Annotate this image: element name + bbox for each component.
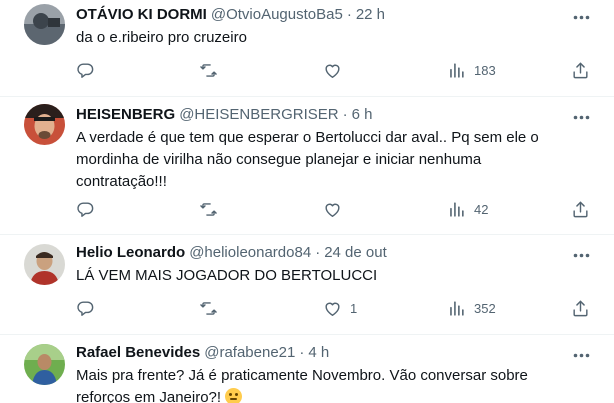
- separator-dot: ·: [315, 244, 321, 261]
- reply-icon: [76, 299, 95, 318]
- avatar[interactable]: [24, 4, 65, 45]
- separator-dot: ·: [346, 6, 352, 23]
- separator-dot: ·: [299, 344, 305, 361]
- author-handle[interactable]: @helioleonardo84: [189, 244, 311, 261]
- heart-icon: [323, 61, 342, 80]
- author-name[interactable]: Helio Leonardo: [76, 244, 185, 261]
- tweet[interactable]: HEISENBERG @HEISENBERGRISER · 6 h A verd…: [0, 97, 614, 235]
- like-button[interactable]: 1: [323, 296, 357, 320]
- share-button[interactable]: [571, 58, 590, 82]
- author-name[interactable]: Rafael Benevides: [76, 344, 200, 361]
- like-button[interactable]: [323, 197, 350, 221]
- separator-dot: ·: [342, 106, 348, 123]
- retweet-icon: [199, 61, 218, 80]
- retweet-button[interactable]: [199, 58, 226, 82]
- like-button[interactable]: [323, 58, 350, 82]
- tweet-feed: OTÁVIO KI DORMI @OtvioAugustoBa5 · 22 h …: [0, 0, 614, 403]
- heart-icon: [323, 200, 342, 219]
- retweet-icon: [199, 200, 218, 219]
- thinking-face-emoji: [225, 388, 243, 403]
- heart-icon: [323, 299, 342, 318]
- tweet-text: da o e.ribeiro pro cruzeiro: [76, 29, 247, 46]
- share-button[interactable]: [571, 197, 590, 221]
- share-icon: [571, 299, 590, 318]
- retweet-icon: [199, 299, 218, 318]
- tweet-header: Rafael Benevides @rafabene21 · 4 h: [76, 344, 329, 366]
- views-icon: [447, 200, 466, 219]
- views-icon: [447, 61, 466, 80]
- share-button[interactable]: [571, 296, 590, 320]
- retweet-button[interactable]: [199, 197, 226, 221]
- tweet-header: OTÁVIO KI DORMI @OtvioAugustoBa5 · 22 h: [76, 6, 385, 28]
- avatar[interactable]: [24, 104, 65, 145]
- timestamp[interactable]: 22 h: [356, 6, 385, 23]
- author-handle[interactable]: @HEISENBERGRISER: [179, 106, 338, 123]
- tweet-text: Mais pra frente? Já é praticamente Novem…: [76, 365, 576, 403]
- tweet-header: HEISENBERG @HEISENBERGRISER · 6 h: [76, 106, 372, 128]
- tweet-text-content: Mais pra frente? Já é praticamente Novem…: [76, 367, 533, 403]
- reply-icon: [76, 200, 95, 219]
- reply-button[interactable]: [76, 197, 103, 221]
- author-name[interactable]: HEISENBERG: [76, 106, 175, 123]
- more-icon[interactable]: [571, 7, 591, 27]
- views-count: 42: [474, 201, 489, 217]
- reply-button[interactable]: [76, 58, 103, 82]
- more-icon[interactable]: [571, 245, 591, 265]
- tweet-actions: 1 352: [0, 296, 614, 320]
- more-icon[interactable]: [571, 345, 591, 365]
- views-button[interactable]: 352: [447, 296, 496, 320]
- tweet-header: Helio Leonardo @helioleonardo84 · 24 de …: [76, 244, 387, 266]
- timestamp[interactable]: 4 h: [308, 344, 329, 361]
- timestamp[interactable]: 24 de out: [324, 244, 387, 261]
- retweet-button[interactable]: [199, 296, 226, 320]
- tweet[interactable]: OTÁVIO KI DORMI @OtvioAugustoBa5 · 22 h …: [0, 0, 614, 97]
- views-button[interactable]: 42: [447, 197, 488, 221]
- author-name[interactable]: OTÁVIO KI DORMI: [76, 6, 207, 23]
- tweet[interactable]: Rafael Benevides @rafabene21 · 4 h Mais …: [0, 335, 614, 403]
- reply-icon: [76, 61, 95, 80]
- tweet-actions: 183: [0, 58, 614, 82]
- timestamp[interactable]: 6 h: [352, 106, 373, 123]
- avatar[interactable]: [24, 244, 65, 285]
- more-icon[interactable]: [571, 107, 591, 127]
- views-count: 352: [474, 300, 496, 316]
- tweet[interactable]: Helio Leonardo @helioleonardo84 · 24 de …: [0, 235, 614, 335]
- tweet-actions: 42: [0, 197, 614, 221]
- views-count: 183: [474, 62, 496, 78]
- reply-button[interactable]: [76, 296, 103, 320]
- share-icon: [571, 61, 590, 80]
- author-handle[interactable]: @rafabene21: [204, 344, 295, 361]
- share-icon: [571, 200, 590, 219]
- tweet-text: A verdade é que tem que esperar o Bertol…: [76, 129, 543, 190]
- tweet-text: LÁ VEM MAIS JOGADOR DO BERTOLUCCI: [76, 267, 378, 284]
- views-button[interactable]: 183: [447, 58, 496, 82]
- author-handle[interactable]: @OtvioAugustoBa5: [211, 6, 343, 23]
- like-count: 1: [350, 300, 358, 316]
- views-icon: [447, 299, 466, 318]
- avatar[interactable]: [24, 344, 65, 385]
